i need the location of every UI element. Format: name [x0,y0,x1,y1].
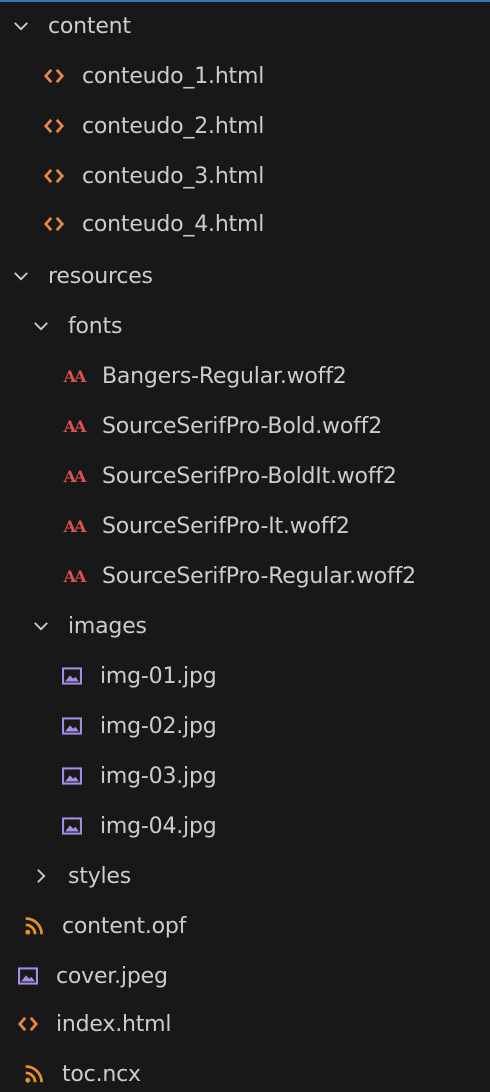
rss-file-icon [20,913,48,939]
file-img-01[interactable]: img-01.jpg [0,652,490,700]
file-content-opf[interactable]: content.opf [0,902,490,950]
file-bangers-regular[interactable]: AΑ Bangers-Regular.woff2 [0,352,490,400]
file-label: content.opf [62,913,187,939]
font-file-icon: AΑ [63,566,87,586]
file-label: img-01.jpg [100,663,217,689]
file-label: conteudo_3.html [82,163,265,189]
rss-file-icon [20,1061,48,1087]
file-conteudo-1[interactable]: conteudo_1.html [0,52,490,100]
file-img-03[interactable]: img-03.jpg [0,752,490,800]
file-label: SourceSerifPro-Bold.woff2 [102,413,382,439]
html-file-icon [40,113,68,139]
chevron-down-icon [8,263,34,289]
folder-styles[interactable]: styles [0,852,490,900]
file-sourceserifpro-bold[interactable]: AΑ SourceSerifPro-Bold.woff2 [0,402,490,450]
folder-label: styles [68,863,132,889]
html-file-icon [40,211,68,237]
chevron-down-icon [28,613,54,639]
file-label: conteudo_1.html [82,63,265,89]
file-label: index.html [56,1011,172,1037]
file-conteudo-3[interactable]: conteudo_3.html [0,152,490,200]
image-file-icon [58,813,86,839]
file-label: toc.ncx [62,1061,141,1087]
file-img-02[interactable]: img-02.jpg [0,702,490,750]
file-explorer-tree: content conteudo_1.html conteudo_2.html … [0,0,490,1092]
image-file-icon [58,763,86,789]
image-file-icon [14,963,42,989]
file-label: SourceSerifPro-It.woff2 [102,513,350,539]
file-label: SourceSerifPro-Regular.woff2 [102,563,416,589]
file-label: img-03.jpg [100,763,217,789]
chevron-right-icon [28,863,54,889]
file-label: img-04.jpg [100,813,217,839]
file-label: img-02.jpg [100,713,217,739]
file-conteudo-4[interactable]: conteudo_4.html [0,200,490,248]
html-file-icon [14,1011,42,1037]
html-file-icon [40,63,68,89]
file-label: conteudo_2.html [82,113,265,139]
folder-label: content [48,13,131,39]
folder-fonts[interactable]: fonts [0,302,490,350]
file-toc-ncx[interactable]: toc.ncx [0,1050,490,1092]
file-img-04[interactable]: img-04.jpg [0,802,490,850]
folder-label: fonts [68,313,123,339]
file-conteudo-2[interactable]: conteudo_2.html [0,102,490,150]
folder-images[interactable]: images [0,602,490,650]
image-file-icon [58,713,86,739]
image-file-icon [58,663,86,689]
file-cover-jpeg[interactable]: cover.jpeg [0,952,490,1000]
file-label: SourceSerifPro-BoldIt.woff2 [102,463,397,489]
file-label: conteudo_4.html [82,211,265,237]
font-file-icon: AΑ [63,416,87,436]
folder-content[interactable]: content [0,2,490,50]
file-sourceserifpro-boldit[interactable]: AΑ SourceSerifPro-BoldIt.woff2 [0,452,490,500]
font-file-icon: AΑ [63,466,87,486]
file-sourceserifpro-it[interactable]: AΑ SourceSerifPro-It.woff2 [0,502,490,550]
file-index-html[interactable]: index.html [0,1000,490,1048]
folder-label: resources [48,263,153,289]
font-file-icon: AΑ [63,516,87,536]
file-label: Bangers-Regular.woff2 [102,363,347,389]
chevron-down-icon [28,313,54,339]
file-sourceserifpro-regular[interactable]: AΑ SourceSerifPro-Regular.woff2 [0,552,490,600]
folder-label: images [68,613,147,639]
font-file-icon: AΑ [63,366,87,386]
file-label: cover.jpeg [56,963,168,989]
chevron-down-icon [8,13,34,39]
html-file-icon [40,163,68,189]
folder-resources[interactable]: resources [0,252,490,300]
